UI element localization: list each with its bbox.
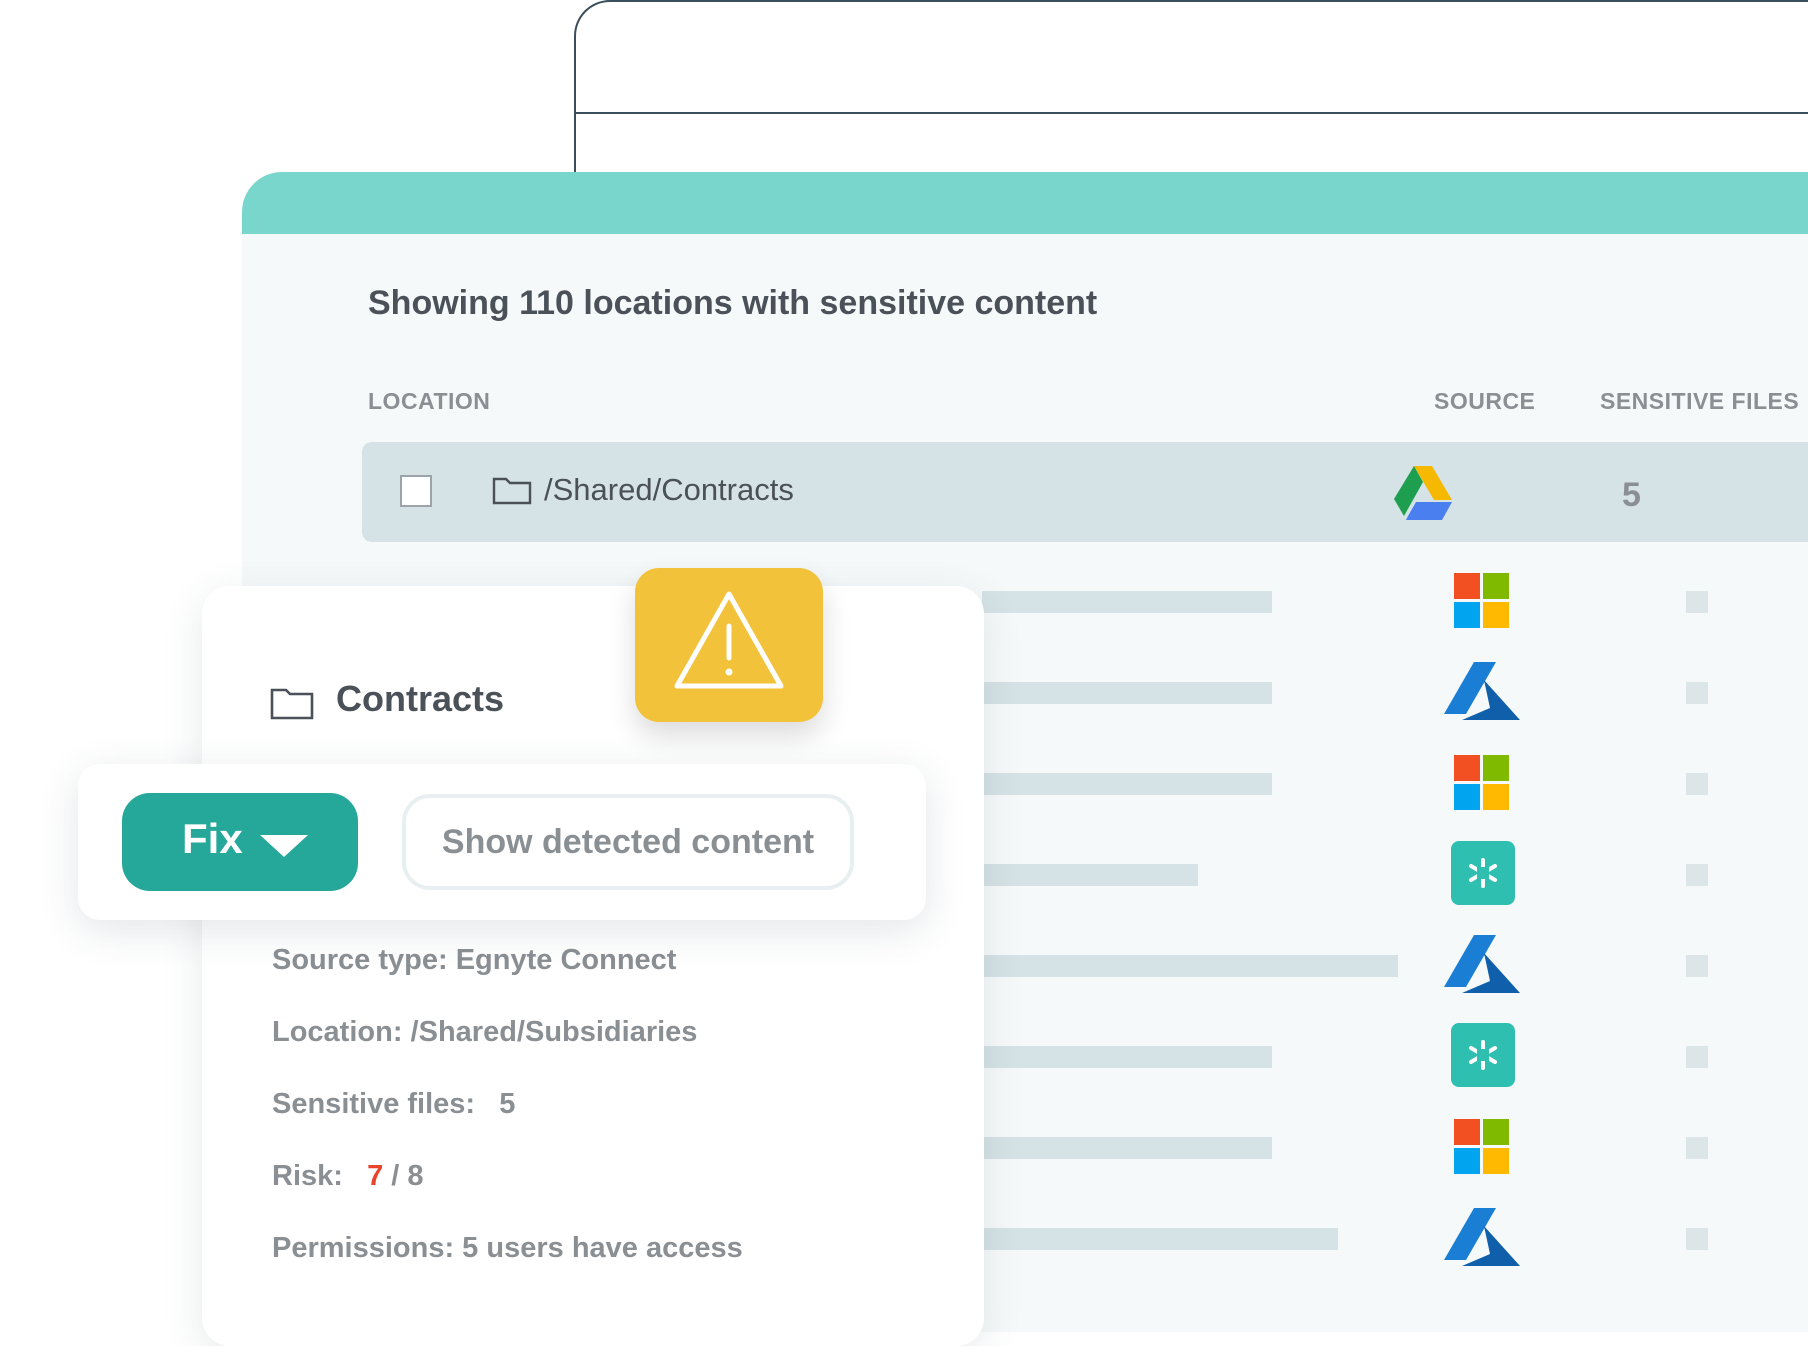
- panel-header-bar: [242, 172, 1808, 234]
- row-count-placeholder: [1686, 591, 1708, 613]
- folder-icon: [270, 688, 314, 720]
- sensitive-files-value: 5: [499, 1088, 516, 1120]
- row-placeholder-bar: [982, 773, 1272, 795]
- source-type-text: Source type: Egnyte Connect: [272, 944, 677, 976]
- card-title: Contracts: [336, 678, 505, 719]
- location-text: Location: /Shared/Subsidiaries: [272, 1016, 698, 1048]
- row-count-placeholder: [1686, 1046, 1708, 1068]
- caret-down-icon: [260, 835, 308, 857]
- row-count-placeholder: [1686, 1228, 1708, 1250]
- risk-value: 7: [367, 1160, 384, 1192]
- risk-label: Risk:: [272, 1160, 343, 1192]
- azure-icon: [1444, 935, 1520, 993]
- row-placeholder-bar: [982, 955, 1398, 977]
- egnyte-icon: [1451, 841, 1515, 905]
- column-header-location[interactable]: LOCATION: [368, 388, 490, 415]
- row-count-placeholder: [1686, 864, 1708, 886]
- column-header-sensitive-files[interactable]: SENSITIVE FILES: [1600, 388, 1799, 415]
- column-header-source[interactable]: SOURCE: [1434, 388, 1535, 415]
- microsoft-icon: [1454, 1119, 1509, 1174]
- location-detail-card: Contracts Source type: Egnyte Connect Lo…: [202, 586, 984, 1346]
- page-title: Showing 110 locations with sensitive con…: [368, 284, 1098, 322]
- microsoft-icon: [1454, 755, 1509, 810]
- sensitive-files-label: Sensitive files:: [272, 1088, 476, 1120]
- row-count-placeholder: [1686, 1137, 1708, 1159]
- row-placeholder-bar: [982, 1228, 1338, 1250]
- table-row[interactable]: [242, 492, 1808, 562]
- azure-icon: [1444, 1208, 1520, 1266]
- warning-badge: [635, 568, 823, 722]
- fix-dropdown-button[interactable]: Fix: [122, 793, 358, 891]
- warning-icon: [674, 591, 784, 689]
- sensitive-files-text: Sensitive files: 5: [272, 1088, 515, 1121]
- row-placeholder-bar: [982, 864, 1198, 886]
- microsoft-icon: [1454, 573, 1509, 628]
- row-count-placeholder: [1686, 773, 1708, 795]
- row-placeholder-bar: [982, 1046, 1272, 1068]
- egnyte-icon: [1451, 1023, 1515, 1087]
- row-count-placeholder: [1686, 955, 1708, 977]
- row-placeholder-bar: [982, 682, 1272, 704]
- azure-icon: [1444, 662, 1520, 720]
- row-count-placeholder: [1686, 682, 1708, 704]
- row-placeholder-bar: [982, 591, 1272, 613]
- show-detected-content-button[interactable]: Show detected content: [402, 794, 854, 890]
- background-window-divider: [576, 112, 1808, 114]
- permissions-text: Permissions: 5 users have access: [272, 1232, 743, 1264]
- row-placeholder-bar: [982, 1137, 1272, 1159]
- fix-button-label: Fix: [182, 815, 243, 862]
- risk-total: / 8: [391, 1160, 424, 1192]
- action-bar: Fix Show detected content: [78, 764, 926, 920]
- risk-text: Risk: 7 / 8: [272, 1160, 424, 1193]
